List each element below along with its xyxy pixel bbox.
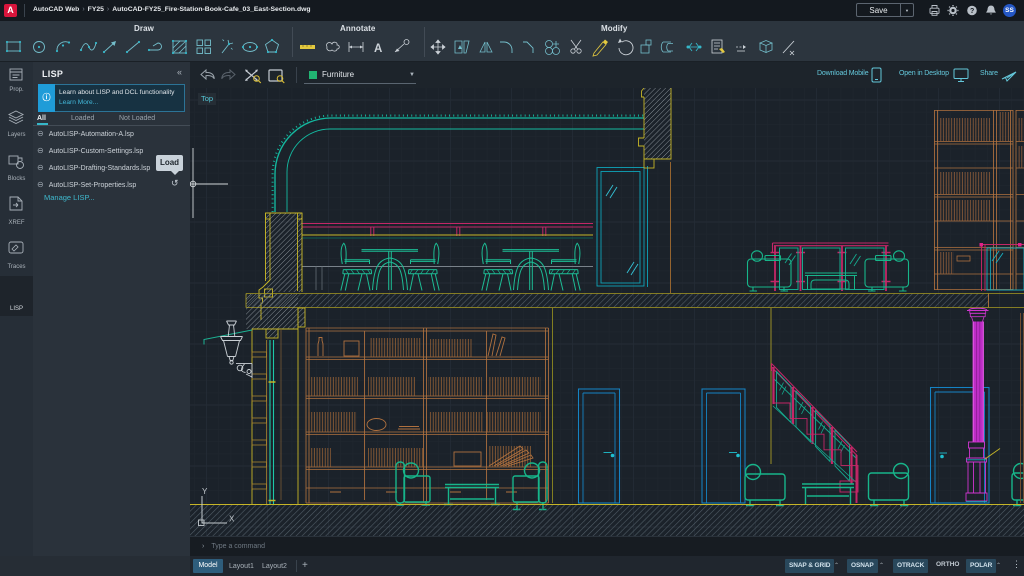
svg-text:X: X — [229, 515, 235, 524]
svg-text:Y: Y — [202, 487, 208, 496]
svg-text:A: A — [374, 43, 382, 55]
svg-text:?: ? — [970, 8, 974, 15]
